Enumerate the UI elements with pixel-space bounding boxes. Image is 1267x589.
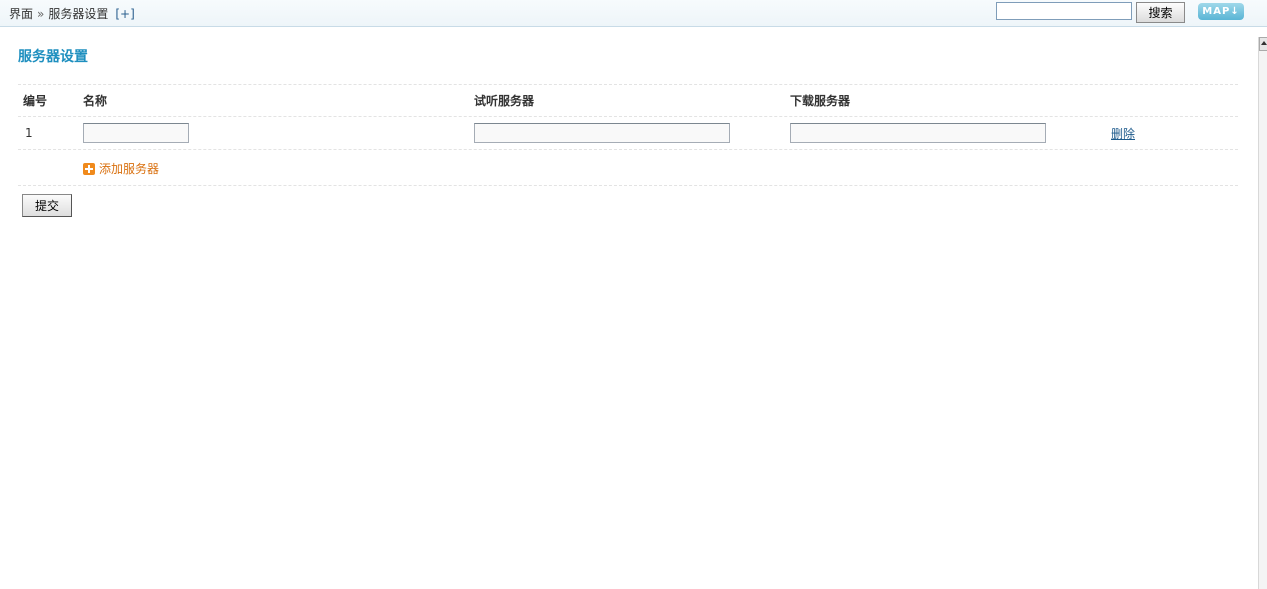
breadcrumb-separator: » (37, 7, 45, 21)
page-title: 服务器设置 (18, 49, 88, 65)
server-name-input[interactable] (83, 123, 189, 143)
breadcrumb-root[interactable]: 界面 (9, 7, 33, 21)
column-header-download-server: 下载服务器 (790, 94, 851, 108)
column-header-name: 名称 (83, 94, 108, 108)
divider (18, 185, 1238, 186)
delete-link[interactable]: 删除 (1111, 125, 1135, 142)
plus-icon (83, 162, 95, 175)
arrow-down-icon: ↓ (1230, 6, 1240, 17)
scroll-up-arrow-icon[interactable] (1259, 37, 1267, 51)
row-number: 1 (25, 126, 33, 140)
search-button[interactable]: 搜索 (1136, 2, 1185, 23)
download-server-input[interactable] (790, 123, 1046, 143)
preview-server-input[interactable] (474, 123, 730, 143)
map-button-label: MAP (1202, 6, 1231, 17)
submit-button[interactable]: 提交 (22, 194, 72, 217)
add-server-label: 添加服务器 (99, 162, 160, 176)
breadcrumb-current: 服务器设置 (48, 7, 109, 21)
divider (18, 149, 1238, 150)
divider (18, 116, 1238, 117)
map-button[interactable]: MAP↓ (1198, 3, 1244, 20)
add-server-button[interactable]: 添加服务器 (83, 160, 159, 177)
column-header-preview-server: 试听服务器 (474, 94, 535, 108)
divider (18, 84, 1238, 85)
column-header-number: 编号 (23, 94, 48, 108)
breadcrumb-expand-button[interactable]: [+] (115, 7, 134, 21)
search-input[interactable] (996, 2, 1132, 20)
vertical-scrollbar[interactable] (1258, 37, 1267, 589)
breadcrumb: 界面 » 服务器设置 [+] (9, 5, 135, 22)
top-bar: 界面 » 服务器设置 [+] 搜索 MAP↓ (0, 0, 1267, 27)
